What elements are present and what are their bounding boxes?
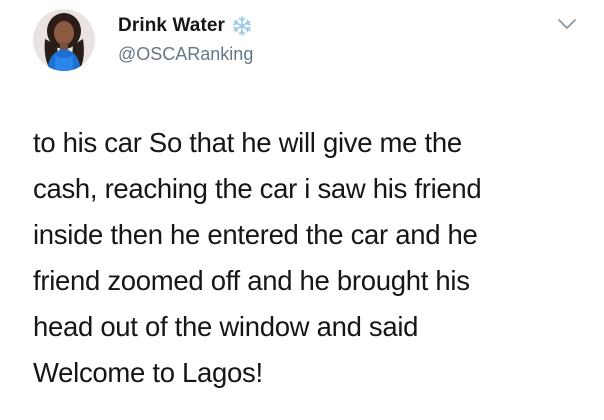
- tweet-text: to his car So that he will give me the c…: [33, 120, 593, 396]
- tweet-card: Drink Water @OSCARanking to his car So t…: [0, 0, 604, 420]
- user-handle[interactable]: @OSCARanking: [118, 44, 253, 65]
- tweet-text-line: friend zoomed off and he brought his: [33, 265, 470, 296]
- tweet-text-line: inside then he entered the car and he: [33, 219, 478, 250]
- tweet-text-line: cash, reaching the car i saw his friend: [33, 173, 482, 204]
- tweet-text-line: head out of the window and said: [33, 311, 419, 342]
- tweet-text-line: to his car So that he will give me the: [33, 127, 462, 158]
- tweet-text-line: Welcome to Lagos!: [33, 357, 263, 388]
- display-name[interactable]: Drink Water: [118, 15, 225, 37]
- avatar-image: [33, 9, 95, 71]
- avatar[interactable]: [33, 9, 95, 71]
- snowflake-icon: [231, 15, 253, 37]
- name-row: Drink Water: [118, 14, 253, 38]
- tweet-header: Drink Water @OSCARanking: [118, 14, 253, 65]
- chevron-down-icon[interactable]: [556, 16, 578, 32]
